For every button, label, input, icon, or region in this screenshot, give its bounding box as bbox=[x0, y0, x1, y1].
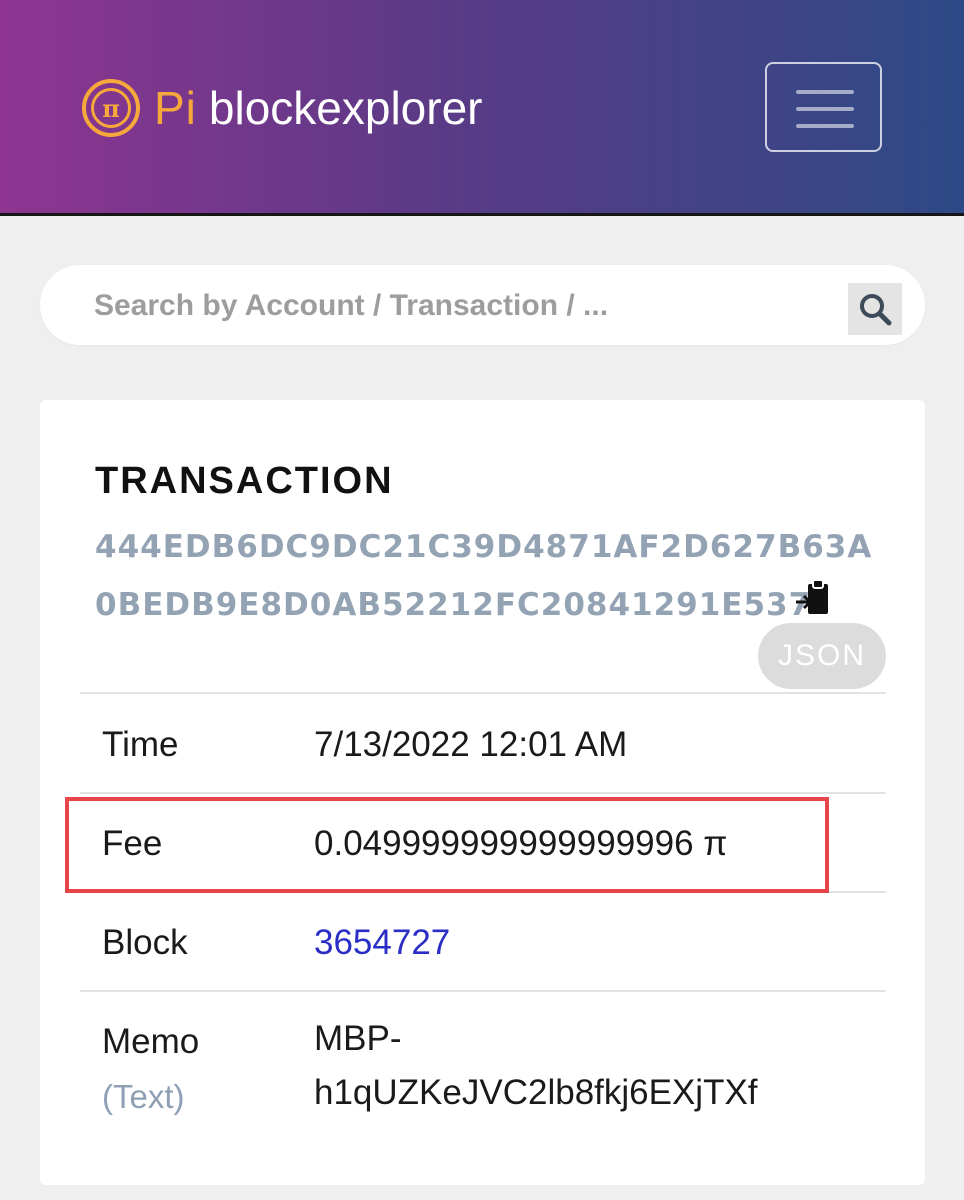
search-input[interactable] bbox=[92, 265, 836, 347]
block-link[interactable]: 3654727 bbox=[314, 923, 450, 963]
search-bar bbox=[40, 265, 925, 347]
divider bbox=[80, 692, 886, 694]
page-title: TRANSACTION bbox=[95, 460, 394, 502]
logo-blockexplorer-text: blockexplorer bbox=[208, 82, 483, 134]
menu-button[interactable] bbox=[765, 62, 882, 152]
search-icon bbox=[860, 294, 892, 326]
memo-type-label: (Text) bbox=[102, 1078, 185, 1115]
time-value: 7/13/2022 12:01 AM bbox=[314, 725, 628, 764]
pi-logo-icon: π bbox=[82, 79, 140, 137]
divider bbox=[80, 990, 886, 992]
header: π Pi blockexplorer bbox=[0, 0, 964, 216]
logo-pi-text: Pi bbox=[154, 82, 197, 134]
pi-logo-glyph: π bbox=[91, 88, 131, 128]
memo-label: Memo bbox=[102, 1022, 200, 1061]
memo-value: MBP- h1qUZKeJVC2lb8fkj6EXjTXf bbox=[314, 1012, 758, 1120]
hash-line-2: 0BEDB9E8D0AB52212FC20841291E537 bbox=[95, 587, 812, 623]
transaction-hash[interactable]: 444EDB6DC9DC21C39D4871AF2D627B63A 0BEDB9… bbox=[95, 518, 885, 634]
logo[interactable]: π Pi blockexplorer bbox=[82, 76, 482, 140]
memo-value-line-2: h1qUZKeJVC2lb8fkj6EXjTXf bbox=[314, 1073, 758, 1112]
time-label: Time bbox=[102, 725, 179, 764]
transaction-card: TRANSACTION 444EDB6DC9DC21C39D4871AF2D62… bbox=[40, 400, 925, 1185]
fee-highlight-box bbox=[65, 797, 829, 893]
block-label: Block bbox=[102, 923, 188, 962]
memo-value-line-1: MBP- bbox=[314, 1019, 402, 1058]
divider bbox=[80, 792, 886, 794]
hash-line-1: 444EDB6DC9DC21C39D4871AF2D627B63A bbox=[95, 529, 873, 565]
search-button[interactable] bbox=[848, 283, 902, 335]
json-button[interactable]: JSON bbox=[758, 623, 886, 689]
clipboard-copy-icon[interactable] bbox=[795, 578, 831, 618]
